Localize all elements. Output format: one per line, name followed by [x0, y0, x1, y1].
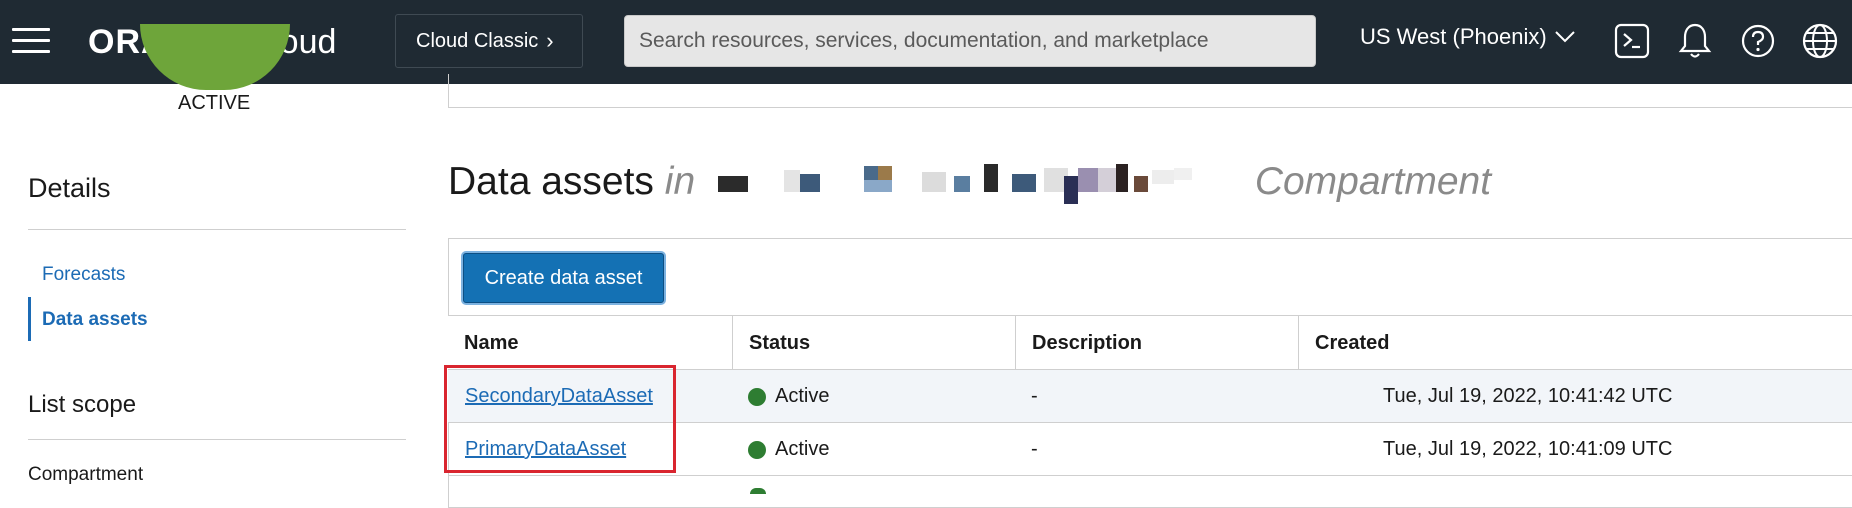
create-data-asset-button[interactable]: Create data asset — [463, 253, 664, 303]
sidebar-item-data-assets[interactable]: Data assets — [42, 309, 148, 331]
table-header: Name Status Description Created — [448, 315, 1852, 371]
column-header-description[interactable]: Description — [1015, 316, 1298, 371]
chevron-right-icon: › — [546, 28, 554, 53]
active-nav-indicator — [28, 297, 31, 341]
chevron-down-icon — [1554, 31, 1575, 43]
search-input[interactable] — [624, 15, 1316, 67]
data-asset-link[interactable]: SecondaryDataAsset — [465, 385, 653, 408]
help-icon[interactable] — [1738, 20, 1778, 62]
status-text: Active — [775, 385, 830, 407]
page-title-in: in — [664, 160, 696, 203]
hamburger-menu-icon[interactable] — [12, 28, 50, 54]
sidebar-item-forecasts[interactable]: Forecasts — [42, 264, 125, 286]
data-asset-name-cell: PrimaryDataAsset — [465, 423, 626, 476]
column-header-status[interactable]: Status — [732, 316, 1015, 371]
column-header-created[interactable]: Created — [1298, 316, 1852, 371]
data-asset-name-cell: SecondaryDataAsset — [465, 370, 653, 423]
created-cell: Tue, Jul 19, 2022, 10:41:42 UTC — [1383, 385, 1673, 407]
page-title: Data assets in Compartment — [448, 160, 1491, 204]
description-cell: - — [1031, 385, 1038, 407]
notifications-bell-icon[interactable] — [1675, 20, 1715, 62]
cloud-classic-label: Cloud Classic — [416, 29, 539, 52]
status-text: Active — [775, 438, 830, 460]
details-panel-bottom-edge — [448, 74, 1852, 108]
active-status-dot-icon — [748, 440, 766, 459]
column-header-name[interactable]: Name — [448, 316, 732, 371]
region-label: US West (Phoenix) — [1360, 24, 1547, 49]
redacted-compartment-name — [714, 163, 1234, 204]
created-cell: Tue, Jul 19, 2022, 10:41:09 UTC — [1383, 438, 1673, 460]
divider — [28, 229, 406, 230]
cloud-shell-icon[interactable] — [1612, 20, 1652, 62]
table-row: SecondaryDataAsset Active - Tue, Jul 19,… — [448, 370, 1852, 423]
table-row: PrimaryDataAsset Active - Tue, Jul 19, 2… — [448, 423, 1852, 476]
compartment-label: Compartment — [28, 464, 144, 485]
page-title-compartment: Compartment — [1254, 160, 1492, 203]
divider — [28, 439, 406, 440]
cloud-classic-button[interactable]: Cloud Classic › — [395, 14, 583, 68]
active-status-dot-icon — [748, 387, 766, 406]
list-scope-heading: List scope — [28, 391, 137, 418]
data-asset-link[interactable]: PrimaryDataAsset — [465, 438, 626, 461]
status-cell: Active — [748, 423, 829, 476]
status-cell: Active — [748, 370, 829, 423]
details-heading: Details — [28, 173, 111, 203]
resource-status-label: ACTIVE — [178, 92, 251, 114]
page-title-text: Data assets — [448, 160, 654, 203]
description-cell: - — [1031, 438, 1038, 460]
region-selector[interactable]: US West (Phoenix) — [1360, 24, 1575, 50]
next-row-status-dot-icon — [750, 488, 766, 494]
language-globe-icon[interactable] — [1800, 20, 1840, 62]
